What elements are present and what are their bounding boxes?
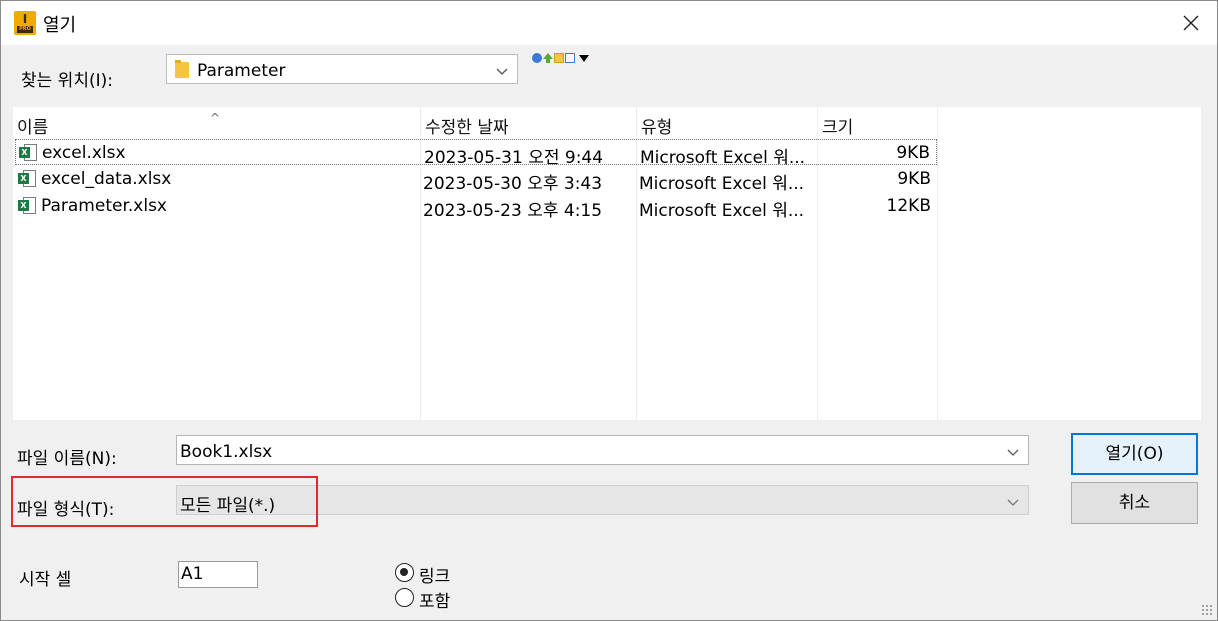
globe-icon[interactable] bbox=[532, 53, 542, 63]
start-cell-label: 시작 셀 bbox=[19, 570, 72, 590]
excel-file-icon: X bbox=[18, 197, 36, 215]
column-header-modified[interactable]: 수정한 날짜 bbox=[425, 113, 509, 138]
file-modified: 2023-05-31 오전 9:44 bbox=[424, 148, 604, 168]
dropdown-arrow-icon[interactable] bbox=[579, 54, 589, 62]
radio-unselected-icon bbox=[395, 588, 414, 607]
file-row[interactable]: X Parameter.xlsx 2023-05-23 오후 4:15 Micr… bbox=[15, 193, 937, 221]
file-type-label: 파일 형식(T): bbox=[17, 500, 115, 520]
file-name: Parameter.xlsx bbox=[41, 196, 167, 216]
file-type-dropdown[interactable]: 모든 파일(*.) bbox=[176, 485, 1029, 516]
dialog-title: 열기 bbox=[43, 15, 77, 36]
file-name: excel.xlsx bbox=[42, 143, 126, 163]
excel-file-icon: X bbox=[19, 144, 37, 162]
start-cell-value: A1 bbox=[181, 564, 204, 584]
up-folder-icon[interactable] bbox=[543, 53, 553, 63]
file-name: excel_data.xlsx bbox=[41, 169, 172, 189]
file-row[interactable]: X excel_data.xlsx 2023-05-30 오후 3:43 Mic… bbox=[15, 166, 937, 194]
look-in-label: 찾는 위치(I): bbox=[21, 71, 113, 91]
link-radio[interactable]: 링크 bbox=[395, 562, 475, 587]
file-list[interactable]: 이름 ^ 수정한 날짜 유형 크기 X excel.xlsx 2023-05-3… bbox=[13, 107, 1201, 420]
file-modified: 2023-05-23 오후 4:15 bbox=[423, 201, 603, 221]
file-name-input[interactable]: Book1.xlsx bbox=[176, 435, 1029, 465]
resize-grip-icon[interactable] bbox=[1201, 604, 1213, 616]
excel-file-icon: X bbox=[18, 170, 36, 188]
look-in-value: Parameter bbox=[197, 61, 286, 81]
include-radio[interactable]: 포함 bbox=[395, 587, 475, 612]
file-type: Microsoft Excel 워... bbox=[640, 148, 806, 168]
chevron-down-icon bbox=[1006, 494, 1020, 508]
radio-selected-icon bbox=[395, 563, 414, 582]
cancel-button[interactable]: 취소 bbox=[1071, 482, 1198, 524]
column-header-type[interactable]: 유형 bbox=[641, 113, 672, 138]
include-radio-label: 포함 bbox=[419, 592, 451, 612]
view-menu-icon[interactable] bbox=[565, 53, 575, 63]
link-radio-label: 링크 bbox=[419, 567, 451, 587]
file-type: Microsoft Excel 워... bbox=[639, 174, 805, 194]
column-divider bbox=[937, 107, 938, 420]
folder-icon bbox=[175, 60, 189, 78]
close-icon[interactable] bbox=[1179, 11, 1203, 35]
column-header-name[interactable]: 이름 bbox=[17, 113, 48, 138]
file-name-value: Book1.xlsx bbox=[180, 442, 273, 462]
column-header-size[interactable]: 크기 bbox=[822, 113, 853, 138]
open-dialog: I PRO 열기 찾는 위치(I): Parameter 이름 ^ 수정한 날짜… bbox=[0, 0, 1218, 621]
open-button[interactable]: 열기(O) bbox=[1071, 433, 1198, 475]
sort-ascending-icon: ^ bbox=[210, 111, 221, 125]
file-row[interactable]: X excel.xlsx 2023-05-31 오전 9:44 Microsof… bbox=[15, 139, 937, 168]
look-in-dropdown[interactable]: Parameter bbox=[166, 54, 518, 84]
file-size: 12KB bbox=[886, 196, 931, 216]
file-modified: 2023-05-30 오후 3:43 bbox=[423, 174, 603, 194]
inventor-app-icon: I PRO bbox=[14, 11, 36, 35]
chevron-down-icon bbox=[495, 63, 509, 77]
file-type-value: 모든 파일(*.) bbox=[180, 496, 276, 516]
new-folder-icon[interactable] bbox=[554, 53, 564, 63]
chevron-down-icon[interactable] bbox=[1006, 444, 1020, 458]
title-bar: I PRO 열기 bbox=[1, 1, 1217, 45]
start-cell-input[interactable]: A1 bbox=[178, 561, 258, 588]
file-size: 9KB bbox=[896, 143, 930, 163]
file-size: 9KB bbox=[897, 169, 931, 189]
toolbar bbox=[532, 52, 589, 64]
file-name-label: 파일 이름(N): bbox=[17, 449, 117, 469]
file-type: Microsoft Excel 워... bbox=[639, 201, 805, 221]
